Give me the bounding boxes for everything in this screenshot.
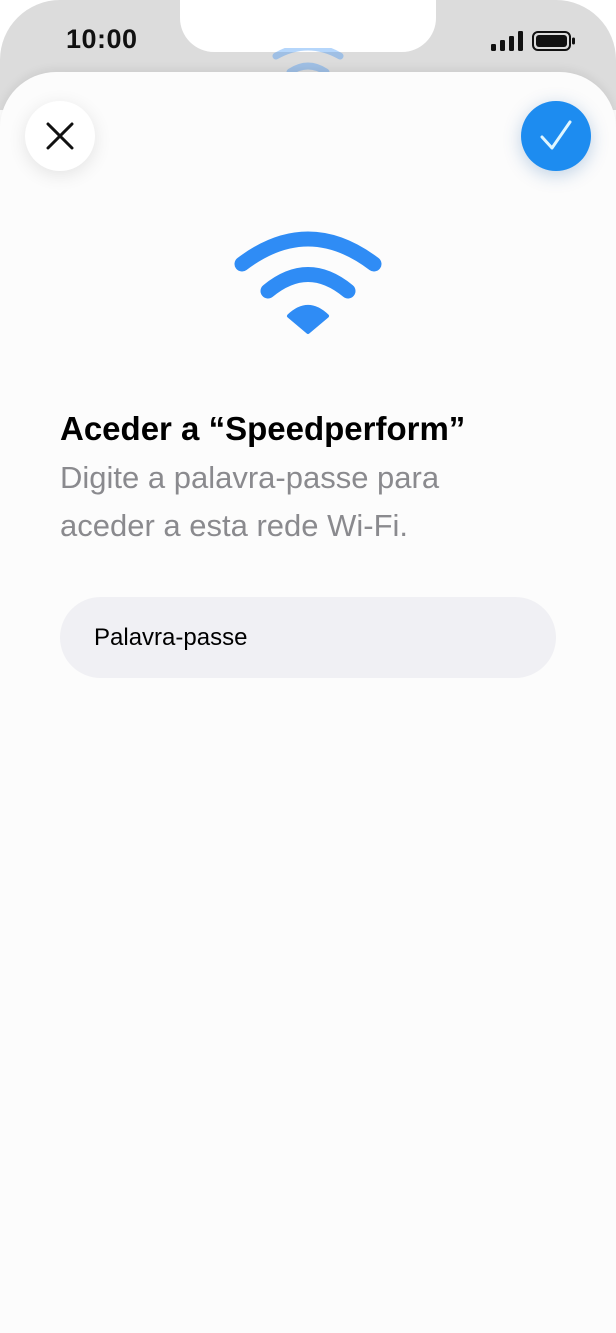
notch xyxy=(180,0,436,52)
instructions-text: Digite a palavra-passe para aceder a est… xyxy=(60,460,440,543)
checkmark-icon xyxy=(540,120,572,150)
close-button[interactable] xyxy=(25,101,95,171)
wifi-password-sheet: Aceder a “Speedperform” Digite a palavra… xyxy=(0,72,616,1333)
battery-icon xyxy=(532,31,575,51)
close-icon xyxy=(46,122,74,150)
password-input[interactable] xyxy=(92,622,536,653)
confirm-button[interactable] xyxy=(521,101,591,171)
phone-screen: 10:00 Aceder a “Speedperform” Digite a p… xyxy=(0,0,616,1333)
status-time: 10:00 xyxy=(66,24,138,54)
cellular-signal-icon xyxy=(491,31,523,51)
password-field[interactable] xyxy=(60,597,556,678)
wifi-icon xyxy=(234,231,382,334)
network-title: Aceder a “Speedperform” xyxy=(60,410,466,447)
